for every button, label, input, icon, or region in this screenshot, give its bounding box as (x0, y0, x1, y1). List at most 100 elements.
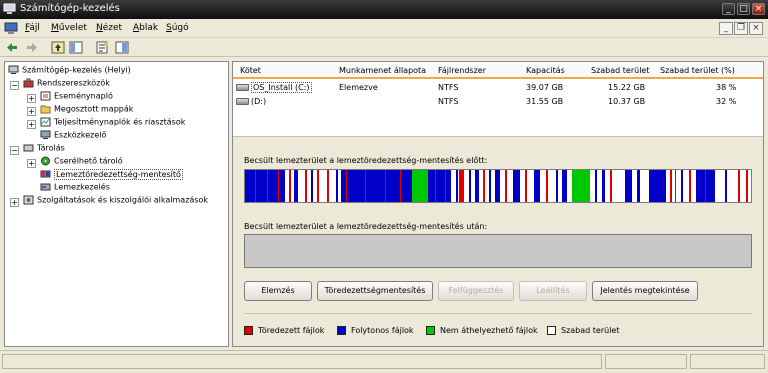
expand-toggle[interactable]: + (27, 159, 36, 168)
view-report-button[interactable]: Jelentés megtekintése (592, 281, 698, 301)
close-button[interactable]: × (752, 3, 765, 15)
show-hide-tree-icon[interactable] (68, 40, 84, 55)
pause-button[interactable]: Felfüggesztés (438, 281, 514, 301)
volume-name: OS_Install (C:) (251, 82, 312, 93)
disk-map-block (489, 170, 491, 202)
volume-list-header: Kötet Munkamenet állapota Fájlrendszer K… (233, 62, 763, 79)
disk-map-block (475, 170, 479, 202)
disk-map-block (428, 170, 451, 202)
separator (244, 313, 752, 314)
disk-map-block (725, 170, 727, 202)
expand-toggle[interactable]: + (27, 107, 36, 116)
tree-item-device-manager[interactable]: Eszközkezelő (40, 130, 106, 143)
maximize-button[interactable]: □ (737, 3, 750, 15)
tree-item-services-applications[interactable]: Szolgáltatások és kiszolgálói alkalmazás… (23, 195, 208, 208)
menu-help[interactable]: Súgó (166, 23, 189, 33)
column-volume[interactable]: Kötet (240, 66, 261, 75)
column-session-status[interactable]: Munkamenet állapota (339, 66, 426, 75)
volume-free: 15.22 GB (608, 83, 646, 92)
toolbar (0, 38, 768, 57)
up-one-level-icon[interactable] (50, 40, 66, 55)
collapse-toggle[interactable]: − (10, 146, 19, 155)
disk-map-block (670, 170, 672, 202)
column-free-space-percent[interactable]: Szabad terület (%) (660, 66, 735, 75)
disk-map-fragment (435, 170, 436, 202)
column-free-space[interactable]: Szabad terület (591, 66, 649, 75)
tree-item-removable-storage[interactable]: Cserélhető tároló (40, 156, 123, 169)
menu-file[interactable]: Fájl (25, 23, 40, 33)
expand-toggle[interactable]: + (27, 120, 36, 129)
tree-item-disk-management[interactable]: Lemezkezelés (40, 182, 110, 195)
disk-map-block (317, 170, 319, 202)
tree-item-storage[interactable]: Tárolás (23, 143, 65, 156)
mdi-restore-button[interactable]: ❐ (734, 22, 748, 35)
disk-map-fragment (255, 170, 256, 202)
disk-map-before (244, 169, 752, 203)
disk-map-fragment (346, 170, 347, 202)
disk-map-block (483, 170, 485, 202)
disk-map-block (546, 170, 548, 202)
mdi-close-button[interactable]: × (749, 22, 763, 35)
disk-management-icon (40, 183, 51, 191)
menu-action[interactable]: Művelet (51, 23, 87, 33)
shared-folder-icon (40, 105, 51, 114)
status-pane (605, 354, 687, 369)
forward-arrow-icon[interactable] (24, 40, 40, 55)
disk-map-block (327, 170, 329, 202)
tree-item-shared-folders[interactable]: Megosztott mappák (40, 104, 133, 117)
disk-map-block (610, 170, 612, 202)
properties-icon[interactable] (94, 40, 110, 55)
mdi-minimize-button[interactable]: _ (719, 22, 733, 35)
disk-map-block (637, 170, 640, 202)
defrag-panel: Becsült lemezterület a lemeztöredezettsé… (233, 136, 763, 346)
performance-logs-icon (40, 117, 51, 127)
column-file-system[interactable]: Fájlrendszer (438, 66, 486, 75)
expand-toggle[interactable]: + (27, 94, 36, 103)
help-pane-icon[interactable] (114, 40, 130, 55)
menu-window[interactable]: Ablak (133, 23, 158, 33)
disk-map-after (244, 234, 752, 268)
disk-map-block (341, 170, 412, 202)
disk-map-block (602, 170, 605, 202)
volume-free-pct: 32 % (716, 97, 737, 106)
before-label: Becsült lemezterület a lemeztöredezettsé… (244, 156, 488, 165)
expand-toggle[interactable]: + (10, 198, 19, 207)
disk-map-block (534, 170, 540, 202)
volume-free: 10.37 GB (608, 97, 646, 106)
mmc-document-icon[interactable] (4, 22, 18, 35)
disk-map-fragment (400, 170, 401, 202)
volume-row[interactable]: OS_Install (C:) Elemezve NTFS 39.07 GB 1… (233, 82, 763, 94)
disk-map-fragment (365, 170, 366, 202)
event-viewer-icon (40, 91, 51, 101)
toolbox-icon (23, 78, 34, 88)
tree-item-event-viewer[interactable]: Eseménynapló (40, 91, 113, 104)
legend-fragmented: Töredezett fájlok (244, 326, 324, 335)
minimize-button[interactable]: _ (722, 3, 735, 15)
analyze-button[interactable]: Elemzés (244, 281, 312, 301)
menu-bar: Fájl Művelet Nézet Ablak Súgó _ ❐ × (0, 19, 768, 38)
status-pane (690, 354, 765, 369)
device-manager-icon (40, 130, 51, 139)
tree-item-performance-logs[interactable]: Teljesítménynaplók és riasztások (40, 117, 185, 130)
back-arrow-icon[interactable] (4, 40, 20, 55)
tree-item-system-tools[interactable]: Rendszereszközök (23, 78, 110, 91)
tree-item-defragmenter[interactable]: Lemeztöredezettség-mentesítő (40, 168, 183, 182)
collapse-toggle[interactable]: − (10, 81, 19, 90)
computer-management-icon (3, 3, 16, 14)
disk-map-block (689, 170, 691, 202)
disk-map-block (289, 170, 291, 202)
title-bar[interactable]: Számítógép-kezelés _ □ × (0, 0, 768, 19)
contiguous-swatch (337, 326, 346, 335)
volume-row[interactable]: (D:) NTFS 31.55 GB 10.37 GB 32 % (233, 96, 763, 108)
defragment-button[interactable]: Töredezettségmentesítés (317, 281, 433, 301)
tree-item-root[interactable]: Számítógép-kezelés (Helyi) (8, 65, 131, 78)
stop-button[interactable]: Leállítás (519, 281, 587, 301)
disk-map-fragment (267, 170, 268, 202)
volume-capacity: 39.07 GB (526, 83, 564, 92)
menu-view[interactable]: Nézet (96, 23, 122, 33)
disk-map-fragment (385, 170, 386, 202)
unmovable-swatch (426, 326, 435, 335)
volume-fs: NTFS (438, 97, 459, 106)
column-capacity[interactable]: Kapacitás (526, 66, 565, 75)
disk-map-block (305, 170, 307, 202)
